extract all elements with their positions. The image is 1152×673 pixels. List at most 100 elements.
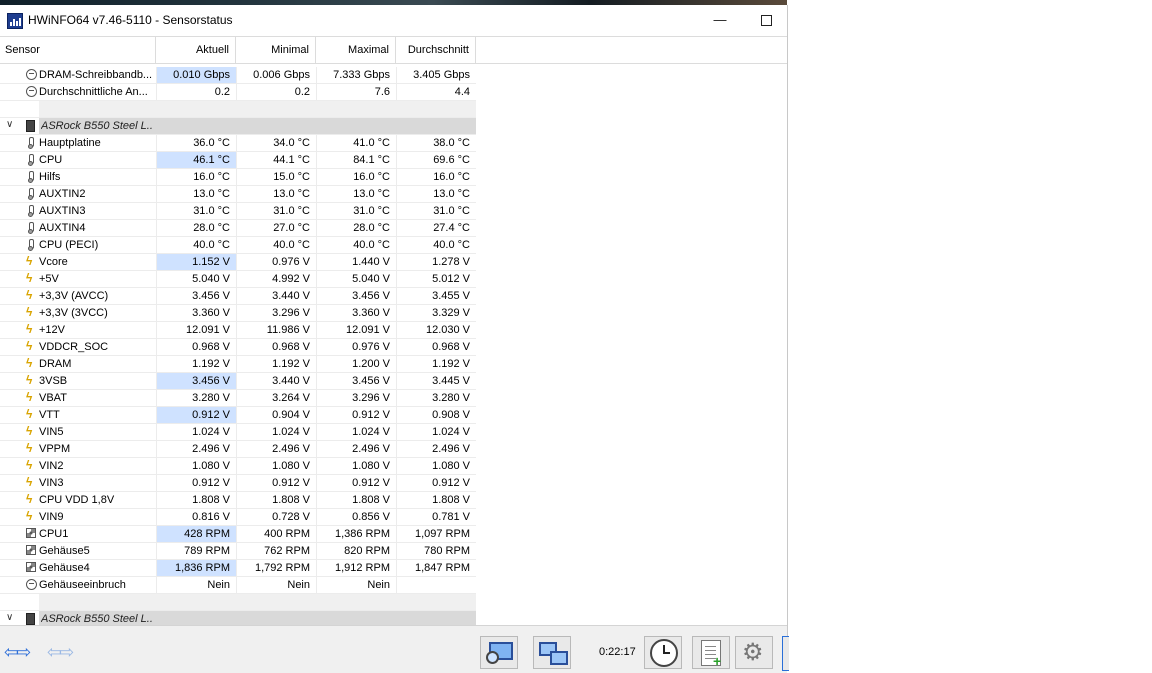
voltage-icon: ϟ [26,424,33,438]
column-header-row: Sensor Aktuell Minimal Maximal Durchschn… [0,36,787,64]
current-value: 789 RPM [156,543,236,559]
minimum-value: 44.1 °C [236,152,316,168]
sensor-row[interactable]: Durchschnittliche An... 0.2 0.2 7.6 4.4 [0,84,476,101]
monitor-search-button[interactable] [480,636,518,669]
sensor-row[interactable]: AUXTIN4 28.0 °C 27.0 °C 28.0 °C 27.4 °C [0,220,476,237]
spacer-row [0,101,476,118]
maximum-value: 5.040 V [316,271,396,287]
average-value: 3.280 V [396,390,476,406]
maximum-value: 1.080 V [316,458,396,474]
maximum-value: 2.496 V [316,441,396,457]
settings-button[interactable]: ⚙ [735,636,773,669]
column-header-minimum[interactable]: Minimal [236,37,316,63]
current-value: 1.024 V [156,424,236,440]
average-value: 40.0 °C [396,237,476,253]
chevron-down-icon[interactable]: ∨ [6,612,13,623]
sensor-row[interactable]: ϟ VIN5 1.024 V 1.024 V 1.024 V 1.024 V [0,424,476,441]
sensor-row[interactable]: Hilfs 16.0 °C 15.0 °C 16.0 °C 16.0 °C [0,169,476,186]
hwinfo-app-icon [7,13,23,29]
sensor-row[interactable]: ϟ 3VSB 3.456 V 3.440 V 3.456 V 3.445 V [0,373,476,390]
sensor-row[interactable]: ϟ VIN9 0.816 V 0.728 V 0.856 V 0.781 V [0,509,476,526]
average-value: 0.912 V [396,475,476,491]
sensor-row[interactable]: AUXTIN2 13.0 °C 13.0 °C 13.0 °C 13.0 °C [0,186,476,203]
sensor-group-header-2[interactable]: ∨ ASRock B550 Steel L... [0,611,476,625]
chevron-down-icon[interactable]: ∨ [6,119,13,130]
navigate-arrows-icon[interactable]: ⇦⇨ [4,642,31,663]
current-value: 3.280 V [156,390,236,406]
network-button[interactable] [533,636,571,669]
sensor-row[interactable]: AUXTIN3 31.0 °C 31.0 °C 31.0 °C 31.0 °C [0,203,476,220]
column-header-sensor[interactable]: Sensor [0,37,156,63]
current-value: 46.1 °C [156,152,236,168]
maximum-value: 3.296 V [316,390,396,406]
sensor-row[interactable]: ϟ VIN2 1.080 V 1.080 V 1.080 V 1.080 V [0,458,476,475]
maximum-value: 3.360 V [316,305,396,321]
average-value: 1.192 V [396,356,476,372]
maximum-value: 1,386 RPM [316,526,396,542]
sensor-name: VTT [39,409,60,421]
logging-report-button[interactable]: + [692,636,730,669]
sensor-row[interactable]: DRAM-Schreibbandb... 0.010 Gbps 0.006 Gbps… [0,67,476,84]
sensor-row[interactable]: ϟ +3,3V (AVCC) 3.456 V 3.440 V 3.456 V 3.455 … [0,288,476,305]
minimum-value: 13.0 °C [236,186,316,202]
maximum-value: 3.456 V [316,288,396,304]
navigate-arrows-disabled-icon[interactable]: ⇦⇨ [47,642,74,663]
motherboard-chip-icon [26,613,35,625]
sensor-name: 3VSB [39,375,68,387]
sensor-row[interactable]: ϟ VPPM 2.496 V 2.496 V 2.496 V 2.496 V [0,441,476,458]
maximize-icon [760,15,772,26]
sensor-row[interactable]: CPU 46.1 °C 44.1 °C 84.1 °C 69.6 °C [0,152,476,169]
minimum-value: 762 RPM [236,543,316,559]
maximum-value: 820 RPM [316,543,396,559]
average-value: 3.329 V [396,305,476,321]
sensor-list[interactable]: DRAM-Schreibbandb... 0.010 Gbps 0.006 Gbps… [0,67,787,625]
sensor-name: +3,3V (3VCC) [39,307,108,319]
sensor-row[interactable]: ϟ VIN3 0.912 V 0.912 V 0.912 V 0.912 V [0,475,476,492]
sensor-row[interactable]: Gehäuse4 1,836 RPM 1,792 RPM 1,912 RPM 1,847… [0,560,476,577]
column-header-current[interactable]: Aktuell [156,37,236,63]
average-value: 1,097 RPM [396,526,476,542]
column-header-average[interactable]: Durchschnitt [396,37,476,63]
current-value: 31.0 °C [156,203,236,219]
current-value: 5.040 V [156,271,236,287]
column-header-maximum[interactable]: Maximal [316,37,396,63]
fan-icon [26,528,36,538]
sensor-row[interactable]: ϟ VTT 0.912 V 0.904 V 0.912 V 0.908 V [0,407,476,424]
sensor-row[interactable]: ϟ CPU VDD 1,8V 1.808 V 1.808 V 1.808 V 1.808 … [0,492,476,509]
sensor-row[interactable]: ϟ +5V 5.040 V 4.992 V 5.040 V 5.012 V [0,271,476,288]
minimum-value: 3.264 V [236,390,316,406]
sensor-row[interactable]: ϟ Vcore 1.152 V 0.976 V 1.440 V 1.278 V [0,254,476,271]
current-value: 0.2 [156,84,236,100]
sensor-row[interactable]: ϟ +3,3V (3VCC) 3.360 V 3.296 V 3.360 V 3.329 … [0,305,476,322]
sensor-row[interactable]: ϟ DRAM 1.192 V 1.192 V 1.200 V 1.192 V [0,356,476,373]
sensor-group-header[interactable]: ∨ ASRock B550 Steel L... [0,118,476,135]
partially-visible-button[interactable] [782,636,789,671]
sensor-name: VBAT [39,392,67,404]
sensor-row[interactable]: CPU1 428 RPM 400 RPM 1,386 RPM 1,097 RPM [0,526,476,543]
sensor-row[interactable]: ϟ VDDCR_SOC 0.968 V 0.968 V 0.976 V 0.968 V [0,339,476,356]
sensor-row[interactable]: Gehäuse5 789 RPM 762 RPM 820 RPM 780 RPM [0,543,476,560]
title-bar[interactable]: HWiNFO64 v7.46-5110 - Sensorstatus — [0,5,787,36]
voltage-icon: ϟ [26,288,33,302]
maximize-button[interactable] [756,11,776,29]
voltage-icon: ϟ [26,458,33,472]
sensor-row[interactable]: ϟ VBAT 3.280 V 3.264 V 3.296 V 3.280 V [0,390,476,407]
maximum-value: 84.1 °C [316,152,396,168]
current-value: Nein [156,577,236,593]
average-value: 3.445 V [396,373,476,389]
average-value: 1.080 V [396,458,476,474]
minimize-button[interactable]: — [710,11,730,29]
minimum-value: 2.496 V [236,441,316,457]
reset-clock-button[interactable] [644,636,682,669]
sensor-row[interactable]: ϟ +12V 12.091 V 11.986 V 12.091 V 12.030 V [0,322,476,339]
sensor-name: AUXTIN2 [39,188,86,200]
current-value: 13.0 °C [156,186,236,202]
sensor-row[interactable]: Hauptplatine 36.0 °C 34.0 °C 41.0 °C 38.0 °C [0,135,476,152]
window-title: HWiNFO64 v7.46-5110 - Sensorstatus [28,13,233,27]
current-value: 1.808 V [156,492,236,508]
minimum-value: 1.192 V [236,356,316,372]
sensor-name: Durchschnittliche An... [39,86,148,98]
sensor-row[interactable]: Gehäuseeinbruch Nein Nein Nein [0,577,476,594]
sensor-row[interactable]: CPU (PECI) 40.0 °C 40.0 °C 40.0 °C 40.0 °C [0,237,476,254]
maximum-value: 1,912 RPM [316,560,396,576]
